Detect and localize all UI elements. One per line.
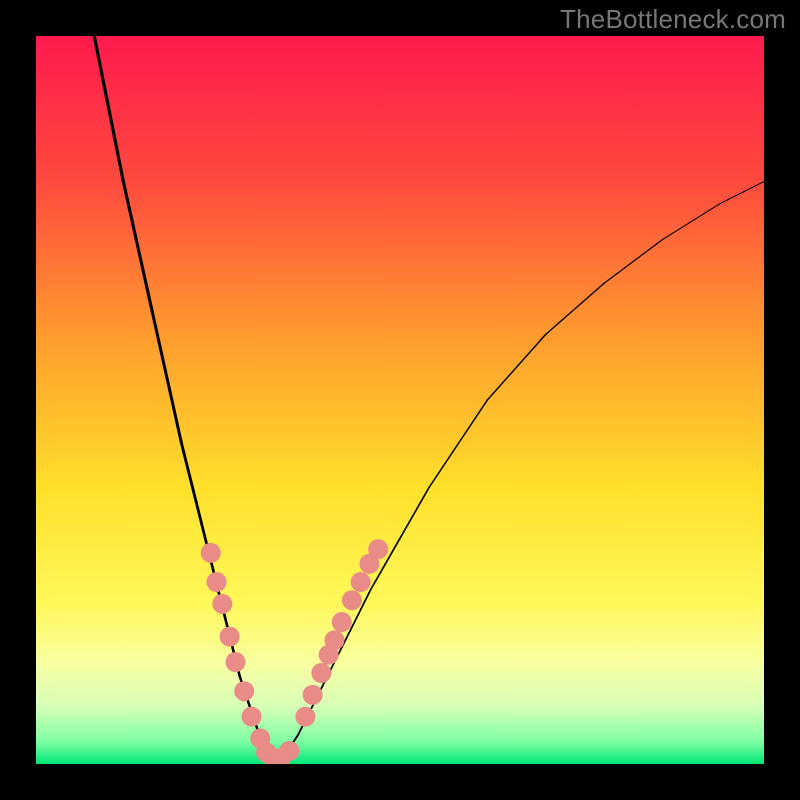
chart-frame: TheBottleneck.com: [0, 0, 800, 800]
data-marker: [220, 627, 240, 647]
data-marker: [351, 572, 371, 592]
data-marker: [342, 590, 362, 610]
plot-background: [36, 36, 764, 764]
chart-svg: [0, 0, 800, 800]
data-marker: [332, 612, 352, 632]
data-marker: [368, 539, 388, 559]
data-marker: [207, 572, 227, 592]
data-marker: [279, 741, 299, 761]
data-marker: [303, 685, 323, 705]
data-marker: [225, 652, 245, 672]
data-marker: [234, 681, 254, 701]
watermark-text: TheBottleneck.com: [560, 4, 786, 35]
data-marker: [212, 594, 232, 614]
data-marker: [311, 663, 331, 683]
data-marker: [241, 707, 261, 727]
data-marker: [295, 707, 315, 727]
data-marker: [201, 543, 221, 563]
data-marker: [324, 630, 344, 650]
